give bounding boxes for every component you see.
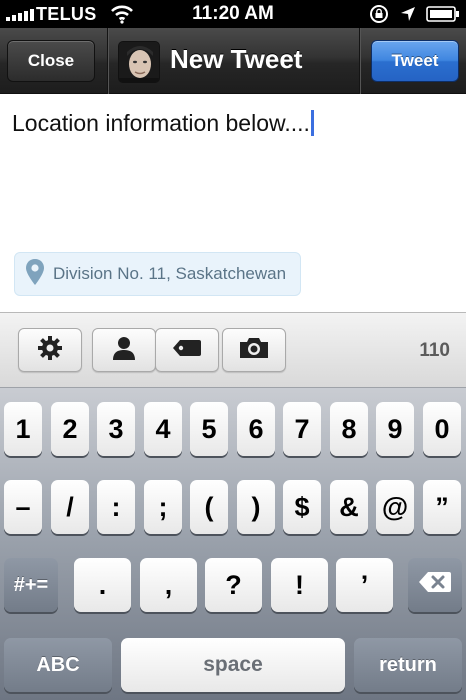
key-quote[interactable]: ”: [423, 480, 461, 534]
key-4[interactable]: 4: [144, 402, 182, 456]
key-5[interactable]: 5: [190, 402, 228, 456]
camera-button[interactable]: [222, 328, 286, 372]
rotation-lock-icon: [368, 4, 390, 29]
key-ampersand[interactable]: &: [330, 480, 368, 534]
key-6[interactable]: 6: [237, 402, 275, 456]
map-pin-icon: [25, 258, 45, 291]
nav-bar: Close New Tweet Tweet: [0, 28, 466, 94]
nav-divider: [107, 28, 108, 94]
camera-icon: [238, 336, 270, 365]
key-period[interactable]: .: [74, 558, 131, 612]
key-1[interactable]: 1: [4, 402, 42, 456]
status-bar: TELUS 11:20 AM: [0, 0, 466, 28]
key-open-paren[interactable]: (: [190, 480, 228, 534]
key-semicolon[interactable]: ;: [144, 480, 182, 534]
avatar[interactable]: [118, 41, 160, 83]
status-icons: [368, 4, 460, 29]
tweet-button[interactable]: Tweet: [371, 40, 459, 82]
key-3[interactable]: 3: [97, 402, 135, 456]
tag-icon: [172, 338, 202, 363]
key-exclamation[interactable]: !: [271, 558, 328, 612]
key-apostrophe[interactable]: ’: [336, 558, 393, 612]
person-icon: [112, 335, 136, 366]
tweet-text-field[interactable]: Location information below....: [12, 110, 314, 137]
settings-button[interactable]: [18, 328, 82, 372]
key-8[interactable]: 8: [330, 402, 368, 456]
nav-divider: [359, 28, 360, 94]
compose-toolbar: 110: [0, 312, 466, 388]
mention-button[interactable]: [92, 328, 156, 372]
character-count: 110: [419, 340, 450, 361]
key-slash[interactable]: /: [51, 480, 89, 534]
return-key[interactable]: return: [354, 638, 462, 692]
key-dollar[interactable]: $: [283, 480, 321, 534]
backspace-icon: [418, 570, 452, 600]
page-title: New Tweet: [170, 44, 303, 74]
key-colon[interactable]: :: [97, 480, 135, 534]
key-7[interactable]: 7: [283, 402, 321, 456]
hashtag-button[interactable]: [155, 328, 219, 372]
key-2[interactable]: 2: [51, 402, 89, 456]
close-button[interactable]: Close: [7, 40, 95, 82]
backspace-key[interactable]: [408, 558, 462, 612]
key-comma[interactable]: ,: [140, 558, 197, 612]
battery-icon: [426, 6, 460, 27]
gear-icon: [37, 335, 63, 366]
key-9[interactable]: 9: [376, 402, 414, 456]
location-services-icon: [400, 6, 416, 27]
location-label: Division No. 11, Saskatchewan: [53, 264, 287, 283]
space-key[interactable]: space: [121, 638, 345, 692]
abc-key[interactable]: ABC: [4, 638, 112, 692]
keyboard: 1 2 3 4 5 6 7 8 9 0 – / : ; ( ) $ & @ ” …: [0, 388, 466, 700]
key-at[interactable]: @: [376, 480, 414, 534]
key-0[interactable]: 0: [423, 402, 461, 456]
key-question[interactable]: ?: [205, 558, 262, 612]
symbols-shift-key[interactable]: #+=: [4, 558, 58, 612]
key-dash[interactable]: –: [4, 480, 42, 534]
compose-area[interactable]: Location information below.... Division …: [0, 94, 466, 312]
tweet-text: Location information below....: [12, 110, 310, 136]
location-tag[interactable]: Division No. 11, Saskatchewan: [14, 252, 302, 296]
text-caret: [310, 110, 314, 136]
key-close-paren[interactable]: ): [237, 480, 275, 534]
